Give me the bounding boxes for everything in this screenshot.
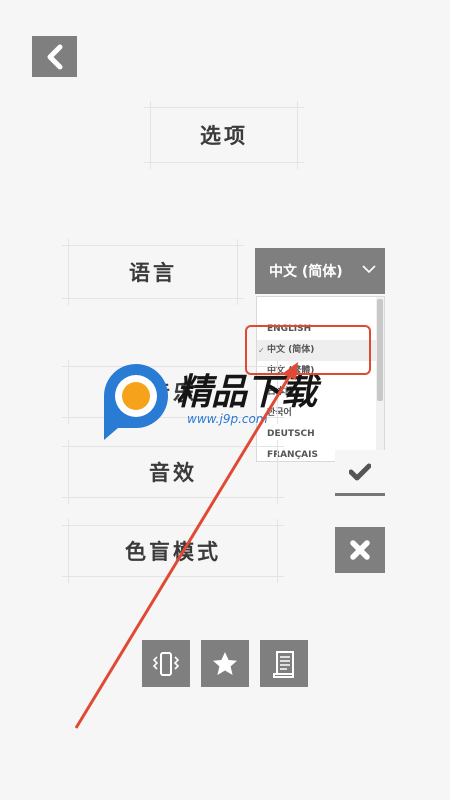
annotation-arrow	[74, 362, 298, 729]
